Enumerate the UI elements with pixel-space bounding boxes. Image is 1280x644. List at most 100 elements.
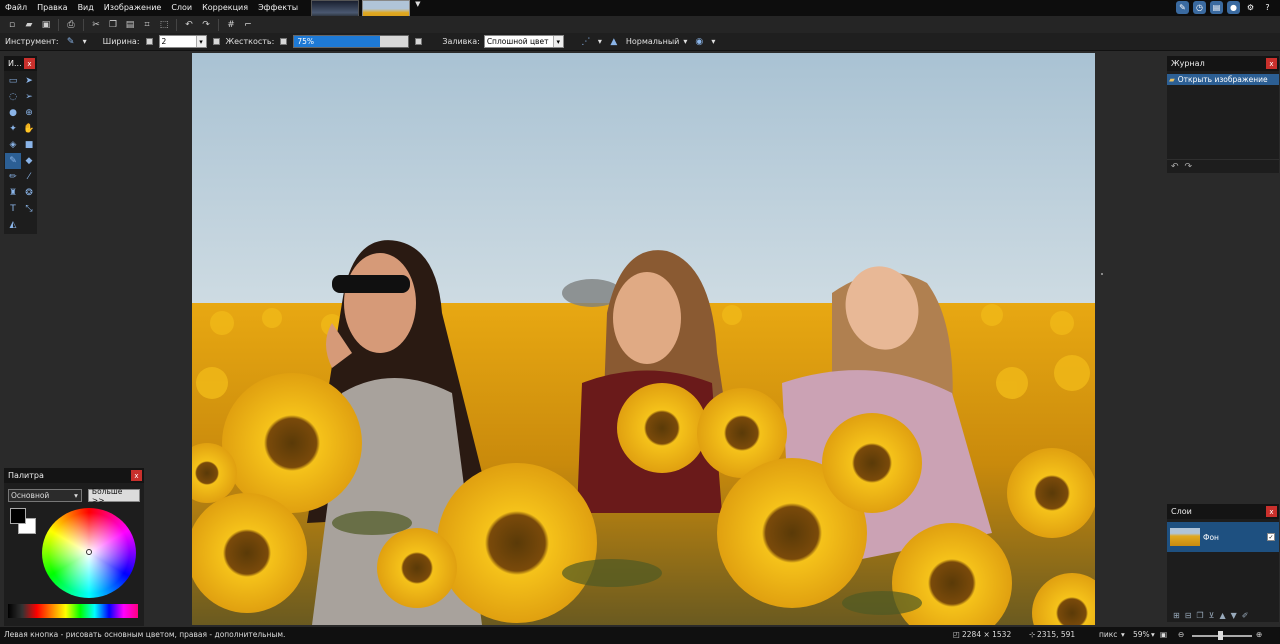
- tabs-dropdown-icon[interactable]: ▼: [415, 0, 423, 8]
- move-selection-icon[interactable]: ➤: [21, 73, 37, 89]
- history-item[interactable]: ▰ Открыть изображение: [1167, 74, 1279, 85]
- tools-panel-header[interactable]: И... x: [4, 56, 37, 71]
- zoom-out-icon[interactable]: ⊖: [1178, 630, 1184, 639]
- hardness-decrease-button[interactable]: [280, 38, 288, 45]
- redo-icon[interactable]: ↷: [1185, 162, 1193, 172]
- save-icon[interactable]: ▣: [38, 18, 54, 32]
- settings-icon[interactable]: ⚙: [1244, 1, 1257, 14]
- ellipse-select-icon[interactable]: ●: [5, 105, 21, 121]
- layer-visibility-checkbox[interactable]: ✓: [1267, 533, 1275, 541]
- menu-adjustments[interactable]: Коррекция: [197, 0, 253, 16]
- layer-properties-icon[interactable]: ✐: [1242, 611, 1249, 620]
- color-wheel-cursor[interactable]: [86, 549, 92, 555]
- blend-mode-icon[interactable]: ▲: [606, 35, 622, 49]
- width-input[interactable]: 2 ▾: [158, 35, 207, 48]
- merge-layer-icon[interactable]: ⊻: [1209, 611, 1215, 620]
- menu-layers[interactable]: Слои: [166, 0, 197, 16]
- menu-edit[interactable]: Правка: [32, 0, 72, 16]
- alpha-dropdown-icon[interactable]: ▾: [711, 37, 715, 46]
- more-colors-button[interactable]: Больше >>: [87, 487, 140, 505]
- unit-select[interactable]: пикс: [1099, 630, 1117, 639]
- paint-bucket-icon[interactable]: ◈: [5, 137, 21, 153]
- chevron-down-icon[interactable]: ▾: [195, 36, 206, 47]
- menu-file[interactable]: Файл: [0, 0, 32, 16]
- clone-stamp-icon[interactable]: ♜: [5, 185, 21, 201]
- zoom-value[interactable]: 59%: [1133, 630, 1150, 639]
- close-icon[interactable]: x: [1266, 506, 1277, 517]
- close-icon[interactable]: x: [131, 470, 142, 481]
- text-icon[interactable]: T: [5, 201, 21, 217]
- pencil-icon[interactable]: ✏: [5, 169, 21, 185]
- new-file-icon[interactable]: ▫: [4, 18, 20, 32]
- cut-icon[interactable]: ✂: [88, 18, 104, 32]
- chevron-down-icon[interactable]: ▾: [552, 36, 563, 47]
- blend-dropdown-icon[interactable]: ▾: [683, 37, 687, 46]
- rect-select-icon[interactable]: ▭: [5, 73, 21, 89]
- zoom-dropdown-icon[interactable]: ▾: [1151, 630, 1155, 639]
- width-increase-button[interactable]: [212, 38, 220, 45]
- canvas-handle[interactable]: [1101, 273, 1103, 275]
- magic-wand-icon[interactable]: ✦: [5, 121, 21, 137]
- palette-mode-select[interactable]: Основной ▾: [8, 489, 82, 502]
- unit-dropdown-icon[interactable]: ▾: [1121, 630, 1125, 639]
- zoom-icon[interactable]: ⊕: [21, 105, 37, 121]
- grid-icon[interactable]: #: [223, 18, 239, 32]
- color-spectrum-bar[interactable]: [8, 604, 138, 618]
- hardness-slider[interactable]: 75%: [293, 35, 410, 48]
- layers-toggle-icon[interactable]: ▤: [1210, 1, 1223, 14]
- color-picker-icon[interactable]: ⁄: [21, 169, 37, 185]
- close-icon[interactable]: x: [24, 58, 35, 69]
- antialias-dropdown-icon[interactable]: ▾: [598, 37, 602, 46]
- width-decrease-button[interactable]: [145, 38, 153, 45]
- move-pixels-icon[interactable]: ➢: [21, 89, 37, 105]
- palette-panel-header[interactable]: Палитра x: [4, 468, 144, 483]
- undo-icon[interactable]: ↶: [181, 18, 197, 32]
- move-layer-down-icon[interactable]: ▼: [1231, 611, 1237, 620]
- zoom-slider-knob[interactable]: [1218, 631, 1223, 640]
- colors-toggle-icon[interactable]: ●: [1227, 1, 1240, 14]
- duplicate-layer-icon[interactable]: ❐: [1196, 611, 1203, 620]
- alpha-icon[interactable]: ◉: [691, 35, 707, 49]
- tool-dropdown-icon[interactable]: ▾: [83, 37, 87, 46]
- blend-mode-select[interactable]: Нормальный: [626, 37, 680, 46]
- menu-view[interactable]: Вид: [73, 0, 99, 16]
- history-panel-header[interactable]: Журнал x: [1167, 56, 1279, 71]
- close-icon[interactable]: x: [1266, 58, 1277, 69]
- crop-icon[interactable]: ⌗: [139, 18, 155, 32]
- print-icon[interactable]: ⎙: [63, 18, 79, 32]
- tools-toggle-icon[interactable]: ✎: [1176, 1, 1189, 14]
- canvas-image[interactable]: [192, 53, 1095, 625]
- menu-effects[interactable]: Эффекты: [253, 0, 303, 16]
- fit-window-icon[interactable]: ▣: [1160, 630, 1167, 639]
- menu-image[interactable]: Изображение: [99, 0, 167, 16]
- history-toggle-icon[interactable]: ◷: [1193, 1, 1206, 14]
- gradient-icon[interactable]: ■: [21, 137, 37, 153]
- copy-icon[interactable]: ❐: [105, 18, 121, 32]
- fill-select[interactable]: Сплошной цвет ▾: [483, 35, 564, 48]
- paste-icon[interactable]: ▤: [122, 18, 138, 32]
- help-icon[interactable]: ?: [1261, 1, 1274, 14]
- chevron-down-icon[interactable]: ▾: [74, 491, 78, 500]
- brush-tool-icon[interactable]: ✎: [63, 35, 79, 49]
- paintbrush-icon[interactable]: ✎: [5, 153, 21, 169]
- antialias-icon[interactable]: ⋰: [578, 35, 594, 49]
- eraser-icon[interactable]: ◆: [21, 153, 37, 169]
- primary-color-swatch[interactable]: [10, 508, 26, 524]
- layer-item[interactable]: Фон ✓: [1167, 522, 1279, 552]
- undo-icon[interactable]: ↶: [1171, 162, 1179, 172]
- layers-panel-header[interactable]: Слои x: [1167, 504, 1279, 519]
- lasso-icon[interactable]: ◌: [5, 89, 21, 105]
- color-wheel[interactable]: [42, 508, 136, 598]
- add-layer-icon[interactable]: ⊞: [1173, 611, 1180, 620]
- redo-icon[interactable]: ↷: [198, 18, 214, 32]
- recolor-icon[interactable]: ❂: [21, 185, 37, 201]
- open-file-icon[interactable]: ▰: [21, 18, 37, 32]
- pan-icon[interactable]: ✋: [21, 121, 37, 137]
- ruler-icon[interactable]: ⌐: [240, 18, 256, 32]
- zoom-in-icon[interactable]: ⊕: [1256, 630, 1262, 639]
- delete-layer-icon[interactable]: ⊟: [1185, 611, 1192, 620]
- deselect-icon[interactable]: ⬚: [156, 18, 172, 32]
- shapes-icon[interactable]: ◭: [5, 217, 21, 233]
- move-layer-up-icon[interactable]: ▲: [1219, 611, 1225, 620]
- hardness-increase-button[interactable]: [415, 38, 423, 45]
